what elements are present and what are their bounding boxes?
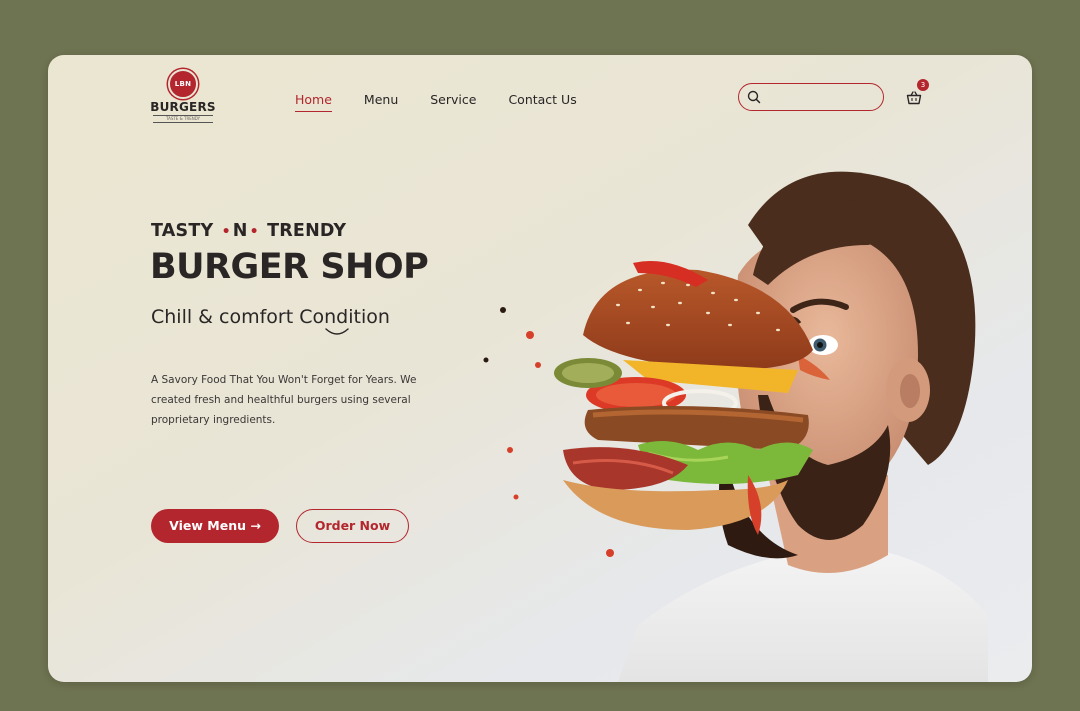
cart-count-badge: 3 — [917, 79, 929, 91]
logo-badge: LBN — [168, 69, 198, 99]
hero-eyebrow: TASTY • N • TRENDY — [151, 221, 346, 241]
basket-icon — [906, 91, 922, 105]
search-icon — [747, 90, 761, 104]
man-eating-burger-photo — [483, 171, 988, 682]
nav-item-service[interactable]: Service — [430, 92, 476, 112]
hero-description: A Savory Food That You Won't Forget for … — [151, 373, 417, 426]
eyebrow-trendy: TRENDY — [267, 221, 347, 241]
cart-button[interactable]: 3 — [905, 79, 929, 107]
eyebrow-n: N — [232, 221, 248, 241]
search-input[interactable] — [767, 87, 879, 109]
logo-tagline: TASTE & TRENDY — [153, 115, 213, 123]
eyebrow-tasty: TASTY — [151, 221, 214, 241]
eyebrow-dot: • — [221, 224, 231, 240]
view-menu-button[interactable]: View Menu → — [151, 509, 279, 543]
smile-decoration — [325, 328, 349, 335]
landing-page-card: LBN BURGERS TASTE & TRENDY Home Menu Ser… — [48, 55, 1032, 682]
hero-subtitle: Chill & comfort Condition — [151, 306, 390, 328]
logo-brand-name: BURGERS — [150, 100, 216, 114]
brand-logo[interactable]: LBN BURGERS TASTE & TRENDY — [150, 69, 216, 123]
nav-item-home[interactable]: Home — [295, 92, 332, 112]
main-nav: Home Menu Service Contact Us — [295, 92, 609, 112]
nav-item-contact-us[interactable]: Contact Us — [508, 92, 576, 112]
order-now-button[interactable]: Order Now — [296, 509, 409, 543]
search-box[interactable] — [738, 83, 884, 111]
eyebrow-dot: • — [249, 224, 259, 240]
nav-item-menu[interactable]: Menu — [364, 92, 398, 112]
hero-title: BURGER SHOP — [150, 247, 429, 287]
